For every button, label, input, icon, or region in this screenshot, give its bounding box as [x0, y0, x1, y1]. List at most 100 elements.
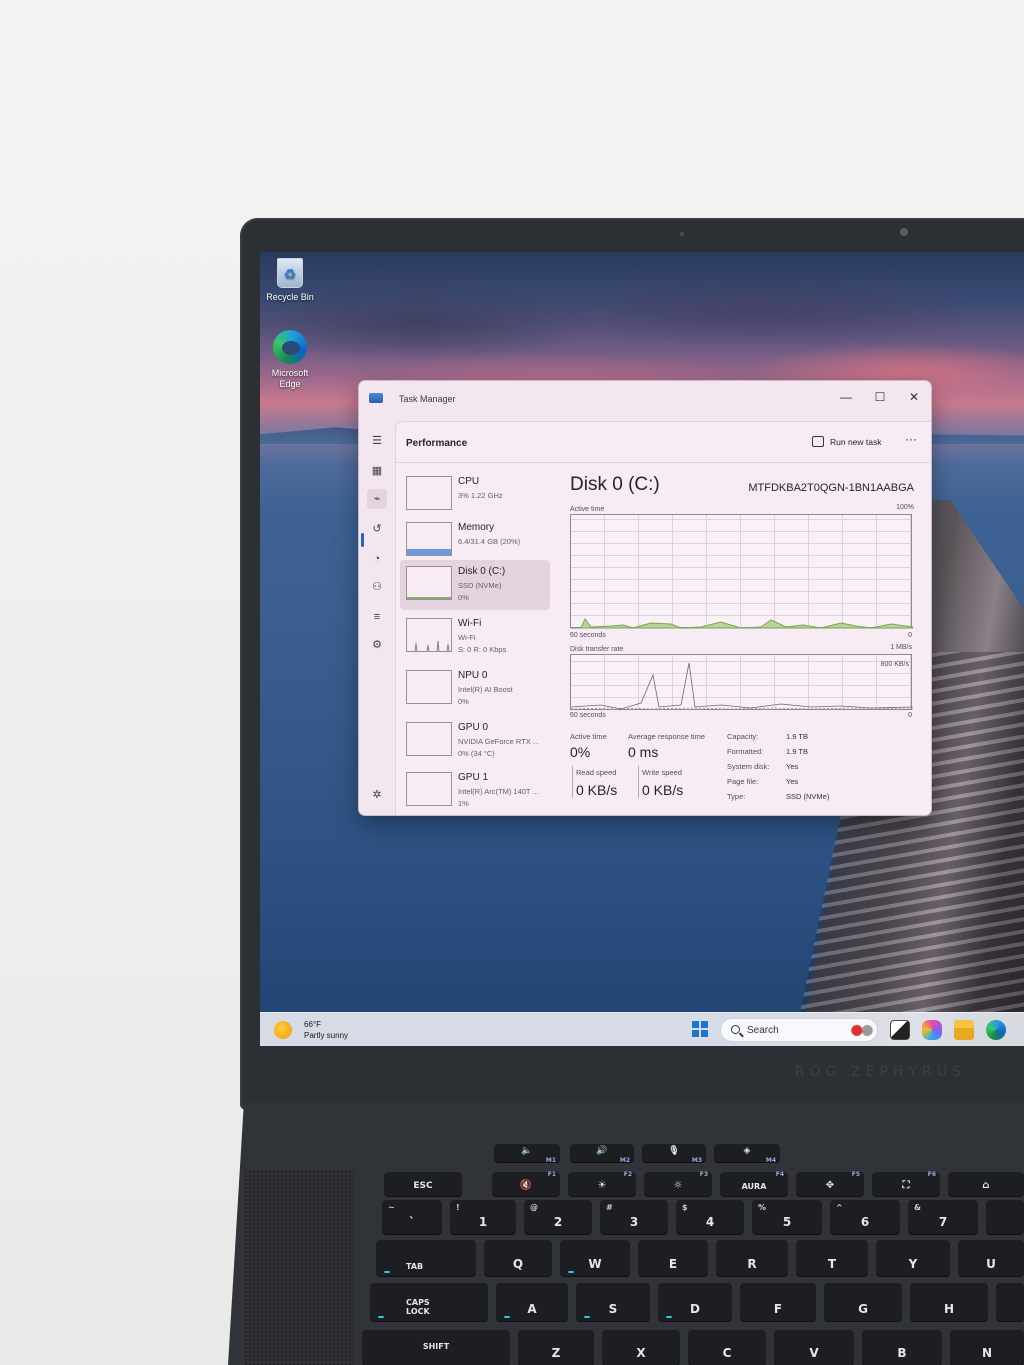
key-t[interactable]: T [796, 1240, 868, 1276]
device-item-npu[interactable]: NPU 0 Intel(R) AI Boost 0% [400, 664, 550, 714]
title-bar[interactable]: Task Manager — ☐ ✕ [359, 381, 931, 415]
users-icon[interactable]: ⚇ [367, 577, 387, 597]
key-caps-lock[interactable]: CAPS LOCK [370, 1283, 488, 1321]
memory-thumbnail [406, 522, 452, 556]
hamburger-icon[interactable]: ☰ [367, 431, 387, 451]
services-icon[interactable]: ⚙ [367, 635, 387, 655]
key-7[interactable]: & 7 [908, 1200, 978, 1234]
processes-icon[interactable]: ▦ [367, 461, 387, 481]
weather-icon[interactable] [274, 1021, 292, 1039]
taskbar-search[interactable]: Search [720, 1018, 878, 1042]
key-w[interactable]: W [560, 1240, 630, 1276]
graph2-max: 1 MB/s [890, 644, 912, 651]
device-item-memory[interactable]: Memory 6.4/31.4 GB (20%) [400, 516, 550, 566]
device-item-wifi[interactable]: Wi-Fi Wi-Fi S: 0 R: 0 Kbps [400, 612, 550, 662]
read-speed-label: Read speed [576, 768, 617, 777]
key-x[interactable]: X [602, 1330, 680, 1365]
key-d[interactable]: D [658, 1283, 732, 1321]
desktop-icon-recycle-bin[interactable]: ♻ Recycle Bin [260, 258, 320, 303]
device-item-gpu1[interactable]: GPU 1 Intel(R) Arc(TM) 140T ... 1% [400, 766, 550, 815]
key-esc[interactable]: ESC [384, 1172, 462, 1196]
transfer-rate-plot [571, 662, 913, 710]
file-explorer-icon[interactable] [954, 1020, 974, 1040]
key-f4-aura[interactable]: AURA F4 [720, 1171, 788, 1196]
device-name: GPU 0 [458, 722, 489, 733]
key-r[interactable]: R [716, 1240, 788, 1276]
edge-icon[interactable] [986, 1020, 1006, 1040]
close-button[interactable]: ✕ [897, 385, 931, 409]
key-j[interactable] [996, 1283, 1024, 1321]
device-detail: 0% (34 °C) [458, 749, 495, 758]
key-1[interactable]: ! 1 [450, 1200, 516, 1234]
key-a[interactable]: A [496, 1283, 568, 1321]
app-history-icon[interactable]: ↺ [367, 519, 387, 539]
wifi-sparkline [414, 640, 450, 651]
key-shift[interactable]: SHIFT [362, 1330, 510, 1365]
weather-desc[interactable]: Partly sunny [304, 1031, 348, 1040]
minimize-button[interactable]: — [829, 385, 863, 409]
key-b[interactable]: B [862, 1330, 942, 1365]
key-v[interactable]: V [774, 1330, 854, 1365]
media-key-m1[interactable]: 🔈 M1 [494, 1144, 560, 1164]
key-z[interactable]: Z [518, 1330, 594, 1365]
key-3[interactable]: #3 [600, 1200, 668, 1234]
key-f[interactable]: F [740, 1283, 816, 1321]
key-n[interactable]: N [950, 1330, 1024, 1365]
desktop-icon-edge[interactable]: Microsoft Edge [260, 330, 320, 390]
key-u[interactable]: U [958, 1240, 1024, 1276]
device-item-cpu[interactable]: CPU 3% 1.22 GHz [400, 470, 550, 520]
media-key-m2[interactable]: 🔊 M2 [570, 1144, 634, 1164]
bezel-brand-text: ROG ZEPHYRUS [795, 1064, 966, 1080]
details-icon[interactable]: ≡ [367, 607, 387, 627]
key-e[interactable]: E [638, 1240, 708, 1276]
weather-temp[interactable]: 66°F [304, 1020, 321, 1029]
key-6[interactable]: ^ 6 [830, 1200, 900, 1234]
task-view-icon[interactable] [890, 1020, 910, 1040]
graph-label-active-time: Active time [570, 506, 605, 513]
key-f2[interactable]: ☀ F2 [568, 1171, 636, 1196]
run-new-task-button[interactable]: Run new task [808, 432, 886, 452]
device-detail: Wi-Fi [458, 633, 476, 642]
device-item-gpu0[interactable]: GPU 0 NVIDIA GeForce RTX ... 0% (34 °C) [400, 716, 550, 766]
active-time-value: 0% [570, 744, 591, 760]
key-5[interactable]: % 5 [752, 1200, 822, 1234]
key-c[interactable]: C [688, 1330, 766, 1365]
graph-label-transfer-rate: Disk transfer rate [570, 646, 624, 653]
write-speed-label: Write speed [642, 768, 682, 777]
key-g[interactable]: G [824, 1283, 902, 1321]
sensor-dot [680, 232, 684, 236]
property-value: 1.9 TB [786, 747, 808, 756]
key-h[interactable]: H [910, 1283, 988, 1321]
copilot-icon[interactable] [922, 1020, 942, 1040]
media-key-m3[interactable]: 🎙 M3 [642, 1144, 706, 1164]
media-key-m4[interactable]: ◈ M4 [714, 1144, 780, 1164]
active-time-label: Active time [570, 732, 607, 741]
key-backtick[interactable]: ~ ` [382, 1200, 442, 1234]
key-f5[interactable]: ✥ F5 [796, 1171, 864, 1196]
more-options-button[interactable]: ··· [900, 432, 922, 452]
performance-icon[interactable]: ⌁ [367, 489, 387, 509]
speaker-grille [244, 1170, 354, 1365]
key-y[interactable]: Y [876, 1240, 950, 1276]
startup-icon[interactable]: ◔ [367, 549, 387, 569]
key-q[interactable]: Q [484, 1240, 552, 1276]
key-f6[interactable]: ⛶ F6 [872, 1171, 940, 1196]
key-f3[interactable]: ☼ F3 [644, 1171, 712, 1196]
settings-icon[interactable]: ✲ [367, 785, 387, 805]
key-8[interactable] [986, 1200, 1024, 1234]
transfer-rate-graph: 800 KB/s [570, 654, 913, 710]
device-item-disk[interactable]: Disk 0 (C:) SSD (NVMe) 0% [400, 560, 550, 610]
key-tab[interactable]: TAB [376, 1240, 476, 1276]
performance-pane: Performance Run new task ··· CPU 3% 1.22… [395, 421, 931, 815]
maximize-button[interactable]: ☐ [863, 385, 897, 409]
key-s[interactable]: S [576, 1283, 650, 1321]
graph-time-label: 60 seconds [570, 632, 606, 639]
window-title: Task Manager [399, 394, 456, 404]
key-4[interactable]: $4 [676, 1200, 744, 1234]
search-icon [731, 1025, 740, 1034]
key-f1[interactable]: 🔇 F1 [492, 1171, 560, 1196]
key-f7[interactable]: ⌂ [948, 1172, 1024, 1196]
run-task-icon [812, 436, 824, 447]
windows-start-icon[interactable] [692, 1021, 708, 1037]
key-2[interactable]: @2 [524, 1200, 592, 1234]
